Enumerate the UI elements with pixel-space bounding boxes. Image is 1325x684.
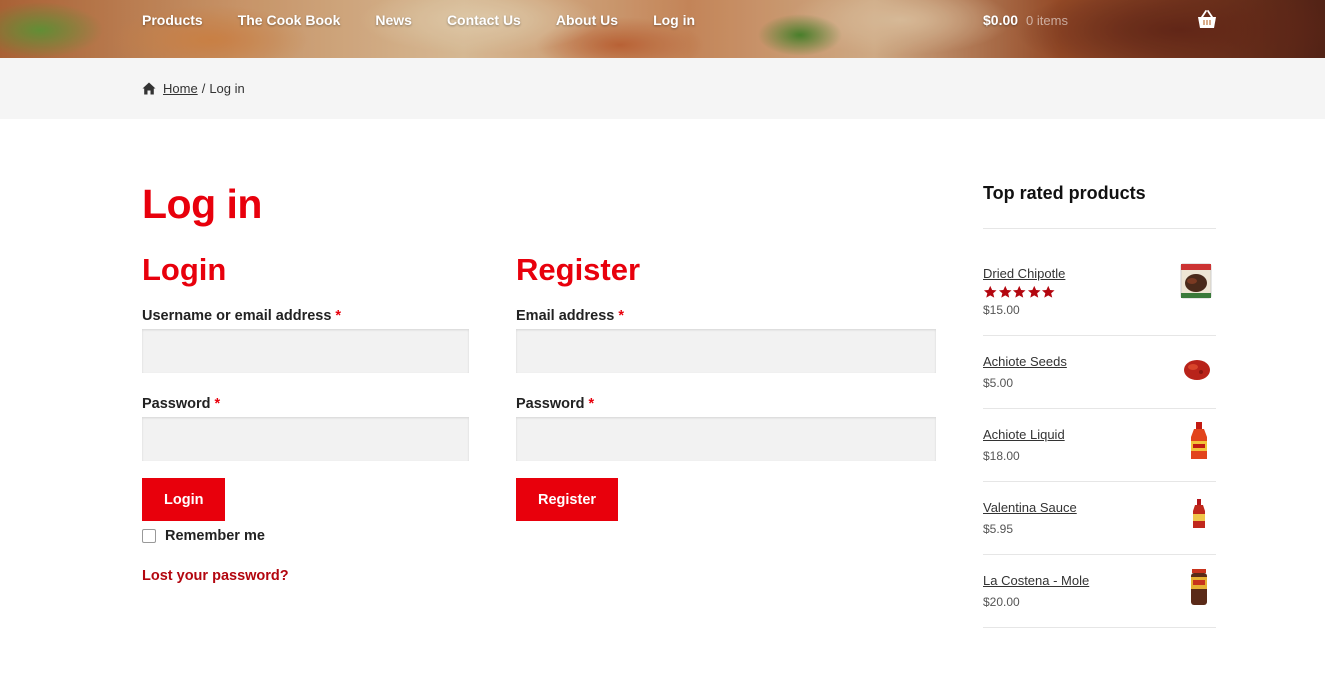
product-link[interactable]: Achiote Seeds	[983, 354, 1067, 369]
breadcrumb: Home / Log in	[142, 81, 245, 96]
login-password-label: Password *	[142, 396, 469, 412]
product-item: Dried Chipotle $15.00	[983, 229, 1216, 336]
star-icon	[1027, 285, 1041, 298]
login-password-label-text: Password	[142, 396, 211, 412]
product-price: $20.00	[983, 595, 1020, 609]
lost-password-link[interactable]: Lost your password?	[142, 568, 469, 584]
cart-amount: $0.00	[983, 12, 1019, 28]
register-button[interactable]: Register	[516, 478, 619, 521]
email-label-text: Email address	[516, 308, 615, 324]
nav-item-contact-us[interactable]: Contact Us	[447, 12, 521, 28]
login-heading: Login	[142, 252, 227, 287]
register-password-input[interactable]	[516, 417, 936, 461]
star-icon	[983, 285, 997, 298]
product-item: Achiote Liquid $18.00	[983, 409, 1216, 482]
site-header: Products The Cook Book News Contact Us A…	[0, 0, 1325, 58]
home-icon	[142, 82, 156, 95]
product-item: Achiote Seeds $5.00	[983, 336, 1216, 409]
breadcrumb-separator: /	[201, 81, 206, 96]
product-price: $5.00	[983, 376, 1014, 390]
cart-summary[interactable]: $0.00 0 items	[983, 0, 1068, 40]
basket-icon[interactable]	[1196, 10, 1218, 30]
remember-me-checkbox[interactable]	[142, 529, 156, 543]
breadcrumb-home-link[interactable]: Home	[163, 81, 198, 96]
remember-me-label: Remember me	[165, 528, 265, 544]
register-heading: Register	[516, 252, 641, 287]
register-password-label-text: Password	[516, 396, 585, 412]
product-item: Valentina Sauce $5.95	[983, 482, 1216, 555]
product-link[interactable]: Valentina Sauce	[983, 500, 1077, 515]
login-button[interactable]: Login	[142, 478, 226, 521]
page-title: Log in	[142, 181, 262, 227]
required-mark: *	[588, 396, 595, 412]
nav-item-log-in[interactable]: Log in	[653, 12, 695, 28]
remember-me[interactable]: Remember me	[142, 528, 469, 544]
product-link[interactable]: La Costena - Mole	[983, 573, 1089, 588]
register-email-input[interactable]	[516, 329, 936, 373]
product-thumbnail[interactable]	[1182, 356, 1212, 384]
username-label-text: Username or email address	[142, 308, 332, 324]
star-icon	[998, 285, 1012, 298]
nav-item-cook-book[interactable]: The Cook Book	[238, 12, 341, 28]
product-thumbnail[interactable]	[1186, 498, 1212, 530]
register-form: Register Email address * Password * Regist…	[516, 252, 936, 521]
username-label: Username or email address *	[142, 308, 469, 324]
nav-item-about-us[interactable]: About Us	[556, 12, 618, 28]
star-icon	[1012, 285, 1026, 298]
product-link[interactable]: Achiote Liquid	[983, 427, 1065, 442]
product-price: $15.00	[983, 303, 1020, 317]
star-icon	[1041, 285, 1055, 298]
nav-item-news[interactable]: News	[375, 12, 412, 28]
email-label: Email address *	[516, 308, 936, 324]
breadcrumb-bar: Home / Log in	[0, 58, 1325, 119]
product-thumbnail[interactable]	[1180, 263, 1212, 299]
required-mark: *	[618, 308, 624, 324]
login-password-input[interactable]	[142, 417, 469, 461]
breadcrumb-current: Log in	[209, 81, 245, 96]
product-price: $18.00	[983, 449, 1020, 463]
nav-item-products[interactable]: Products	[142, 12, 203, 28]
required-mark: *	[214, 396, 221, 412]
product-thumbnail[interactable]	[1186, 421, 1212, 461]
product-link[interactable]: Dried Chipotle	[983, 266, 1065, 281]
product-thumbnail[interactable]	[1186, 567, 1212, 607]
widget-title: Top rated products	[983, 183, 1216, 229]
register-password-label: Password *	[516, 396, 936, 412]
product-item: La Costena - Mole $20.00	[983, 555, 1216, 628]
product-price: $5.95	[983, 522, 1014, 536]
star-rating	[983, 285, 1056, 299]
username-input[interactable]	[142, 329, 469, 373]
required-mark: *	[335, 308, 342, 324]
login-form: Login Username or email address * Passwor…	[142, 252, 469, 584]
top-rated-products-widget: Top rated products Dried Chipotle $15.00…	[983, 183, 1216, 628]
primary-navigation: Products The Cook Book News Contact Us A…	[142, 0, 730, 40]
cart-item-count: 0 items	[1026, 12, 1068, 28]
